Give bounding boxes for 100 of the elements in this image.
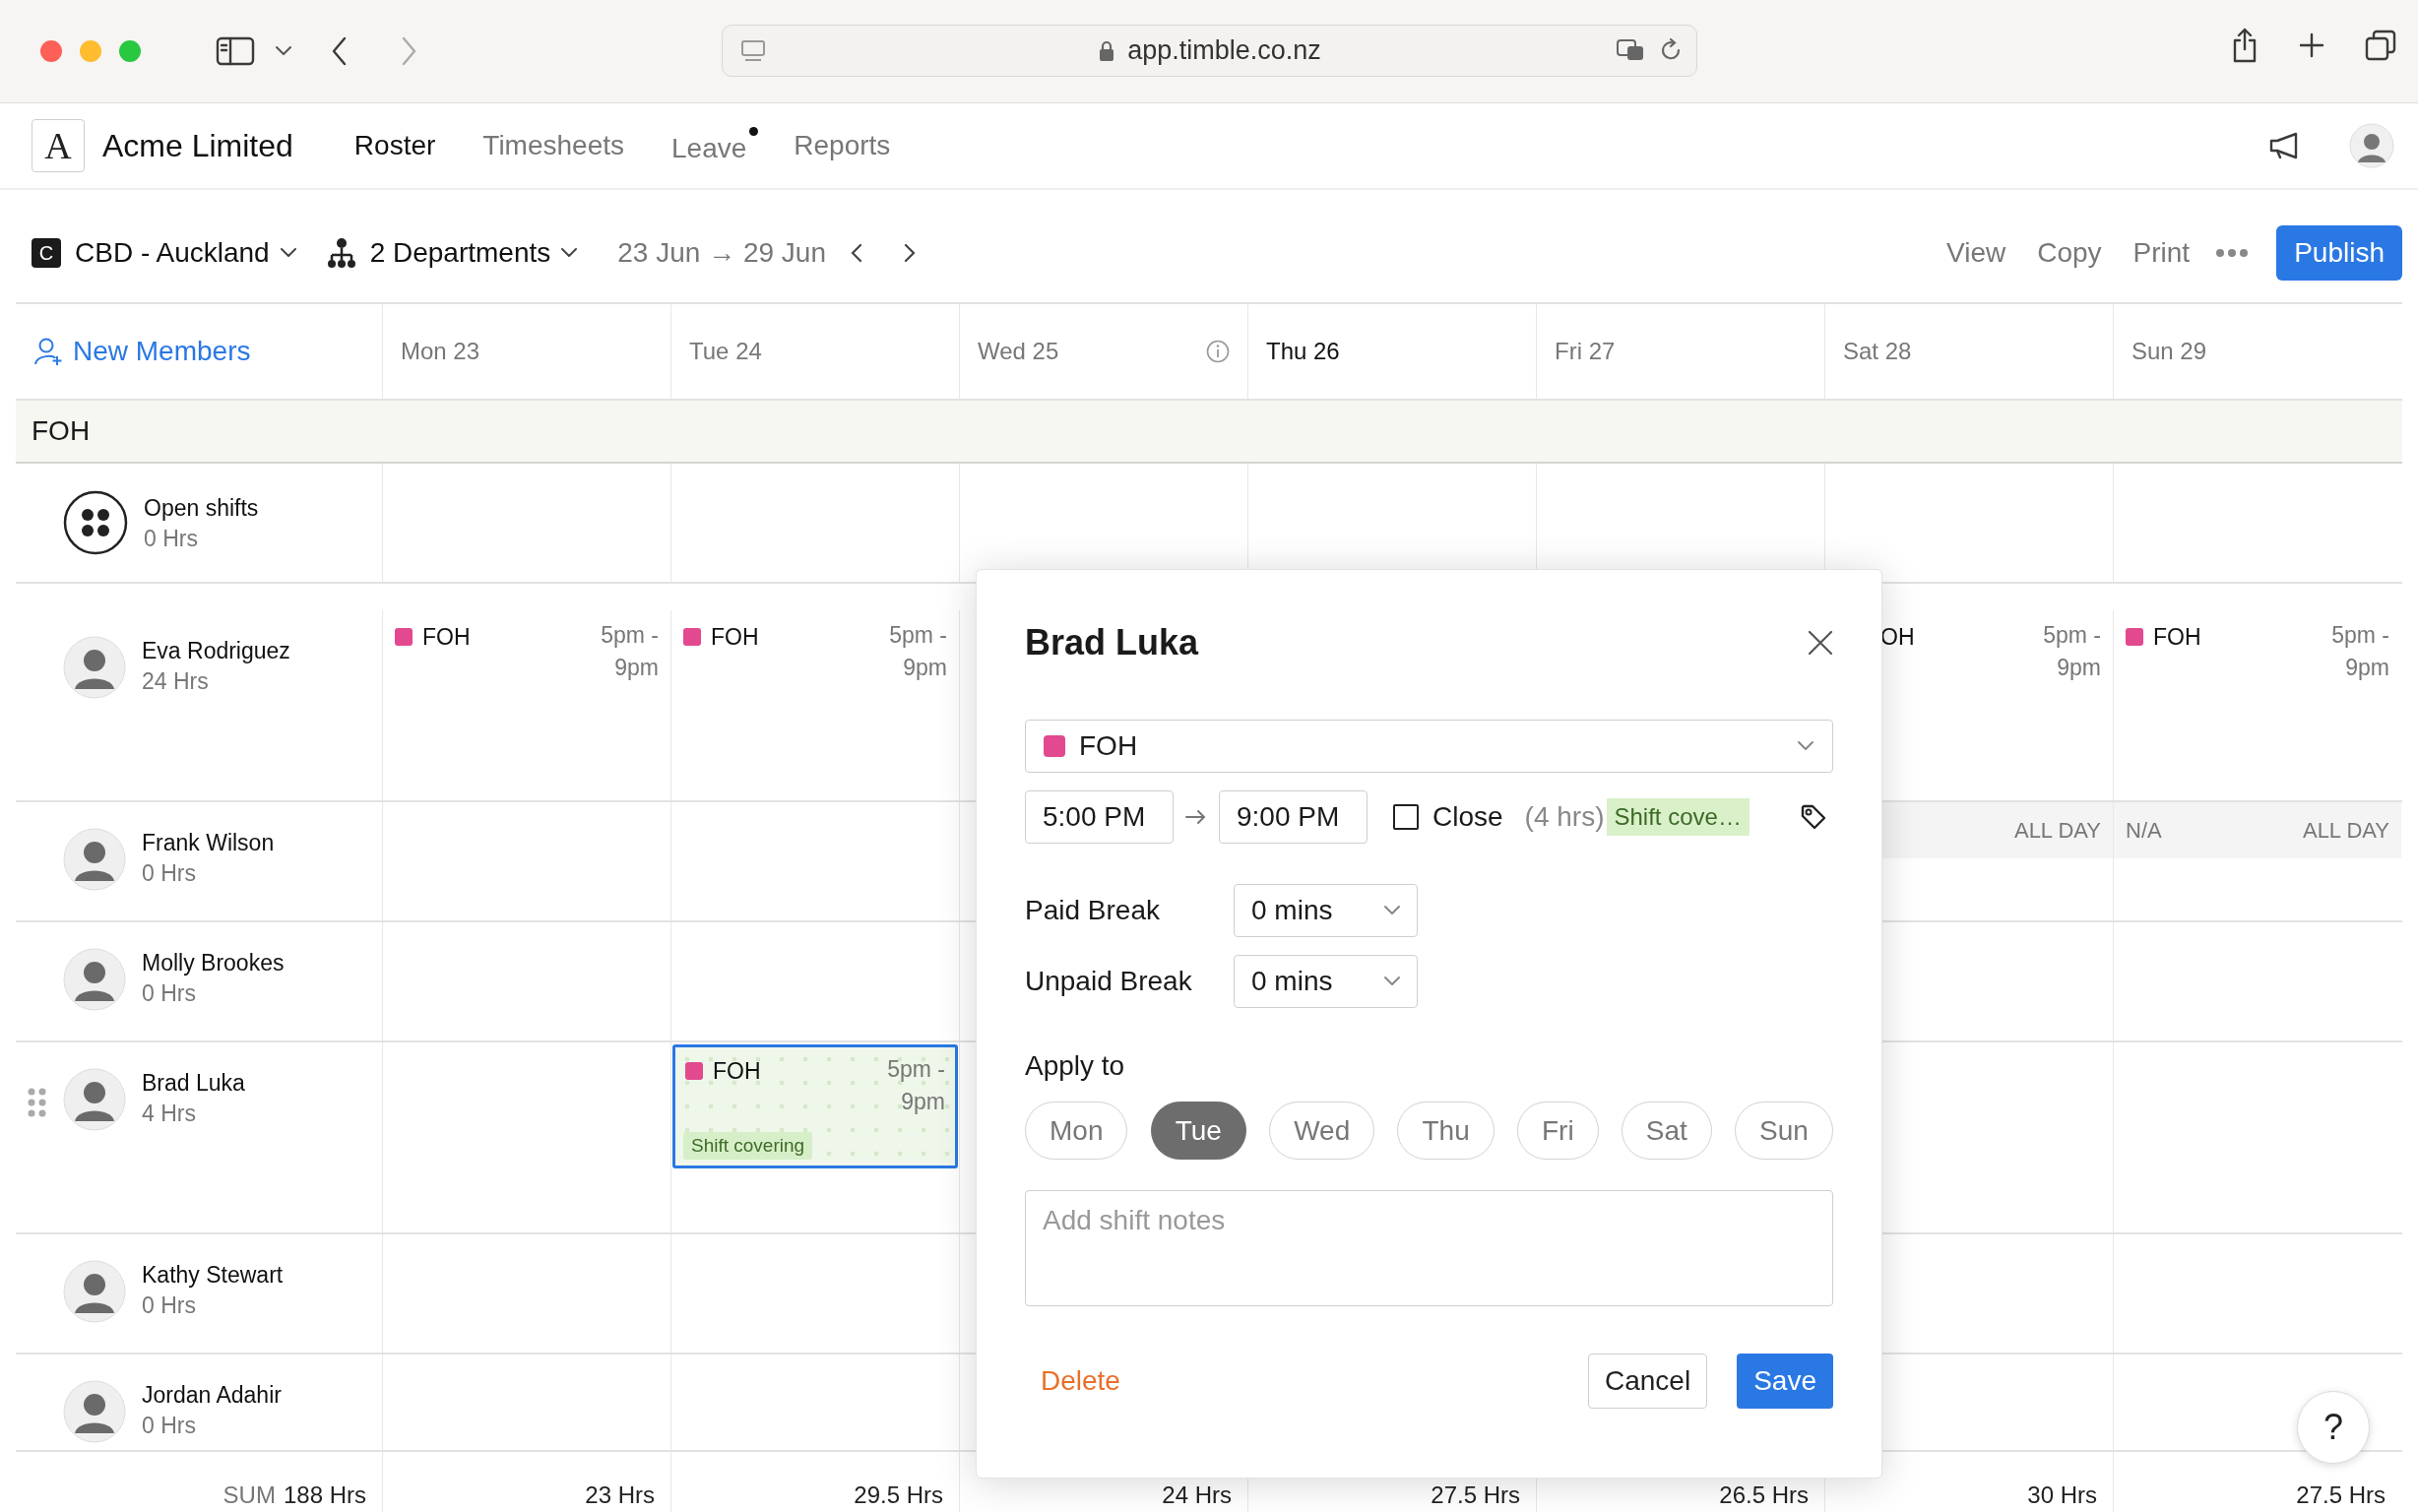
lock-icon (1098, 38, 1116, 63)
end-time-field[interactable]: 9:00 PM (1219, 790, 1368, 844)
day-toggle[interactable]: Mon (1025, 1102, 1128, 1160)
shift-tag: Shift covering (683, 1132, 813, 1160)
nav-tab[interactable]: Leave (671, 127, 759, 164)
avatar-icon (63, 1380, 126, 1443)
translate-icon[interactable] (1616, 37, 1645, 63)
break-label: Paid Break (1025, 895, 1161, 926)
date-range: 23 Jun → 29 Jun (617, 237, 826, 269)
member-name: Frank Wilson (142, 830, 275, 856)
day-header: Thu 26 (1266, 338, 1340, 365)
day-header: Sun 29 (2132, 338, 2207, 365)
day-toggle[interactable]: Wed (1269, 1102, 1375, 1160)
member-name: Eva Rodriguez (142, 638, 290, 664)
nav-tab[interactable]: Timesheets (482, 130, 624, 161)
day-total: 23 Hrs (585, 1481, 655, 1509)
address-bar[interactable]: app.timble.co.nz (722, 25, 1697, 77)
info-icon[interactable] (1206, 340, 1230, 363)
delete-link[interactable]: Delete (1041, 1365, 1120, 1397)
new-members-link[interactable]: New Members (33, 336, 251, 367)
day-total: 30 Hrs (2027, 1481, 2097, 1509)
member-hours: 0 Hrs (144, 526, 199, 552)
drag-handle-icon[interactable] (28, 1088, 47, 1117)
shift-card[interactable]: FOH 5pm - 9pm Shift covering (672, 1044, 958, 1168)
nav-tab[interactable]: Roster (353, 130, 436, 161)
notes-field[interactable]: Add shift notes (1025, 1190, 1833, 1306)
more-icon[interactable] (2215, 248, 2250, 258)
day-toggle[interactable]: Thu (1397, 1102, 1495, 1160)
day-total: 27.5 Hrs (2296, 1481, 2386, 1509)
day-toggle[interactable]: Sun (1735, 1102, 1833, 1160)
member-hours: 0 Hrs (142, 860, 197, 887)
day-toggle[interactable]: Fri (1516, 1102, 1599, 1160)
member-hours: 0 Hrs (142, 1413, 197, 1439)
org-chart-icon (326, 237, 356, 269)
member-name: Brad Luka (142, 1070, 245, 1097)
publish-button[interactable]: Publish (2276, 225, 2402, 281)
chevron-down-icon (1797, 740, 1814, 752)
shift-card[interactable]: FOH 5pm - 9pm (383, 610, 670, 695)
shift-card[interactable]: FOH 5pm - 9pm (2114, 610, 2401, 695)
departments-dropdown[interactable]: 2 Departments (369, 237, 579, 269)
shift-time: 5pm - 9pm (2042, 621, 2101, 683)
day-header: Fri 27 (1555, 338, 1616, 365)
chevron-down-icon (560, 247, 579, 259)
sum-total: 188 Hrs (283, 1481, 366, 1509)
toolbar-action[interactable]: Print (2132, 237, 2191, 269)
avatar-icon (63, 1068, 126, 1131)
member-hours: 0 Hrs (142, 1292, 197, 1319)
share-icon[interactable] (2231, 28, 2259, 63)
shift-department: OH (1880, 624, 1915, 652)
close-icon[interactable] (1808, 630, 1833, 656)
chevron-down-icon (275, 45, 292, 57)
day-header: Mon 23 (401, 338, 480, 365)
checkbox-label: Close (1432, 801, 1503, 833)
sum-label: SUM (223, 1481, 276, 1509)
day-total: 26.5 Hrs (1719, 1481, 1809, 1509)
avatar-icon (63, 828, 126, 891)
day-total: 24 Hrs (1162, 1481, 1232, 1509)
location-dropdown[interactable]: CBD - Auckland (75, 237, 297, 269)
chevron-down-icon (279, 247, 297, 259)
day-header: Wed 25 (978, 338, 1059, 365)
availability-note: ALL DAY (2302, 817, 2389, 844)
modal-title: Brad Luka (1025, 622, 1199, 663)
help-button[interactable]: ? (2297, 1391, 2370, 1464)
shift-duration: (4 hrs) (1524, 801, 1605, 833)
day-toggle[interactable]: Tue (1150, 1102, 1246, 1160)
cancel-button[interactable]: Cancel (1588, 1354, 1708, 1409)
member-hours: 4 Hrs (142, 1101, 197, 1127)
shift-card[interactable]: FOH 5pm - 9pm (671, 610, 959, 695)
window-close-button[interactable] (40, 40, 62, 62)
member-hours: 0 Hrs (142, 980, 197, 1007)
chevron-down-icon (1383, 976, 1401, 987)
day-total: 29.5 Hrs (854, 1481, 943, 1509)
availability-label: N/A (2126, 817, 2162, 844)
chevron-down-icon (1383, 905, 1401, 916)
nav-tab[interactable]: Reports (794, 130, 891, 161)
member-name: Molly Brookes (142, 950, 285, 976)
day-header: Sat 28 (1843, 338, 1912, 365)
checkbox[interactable] (1393, 804, 1419, 830)
next-week-icon[interactable] (903, 242, 917, 264)
toolbar-action[interactable]: Copy (2037, 237, 2102, 269)
break-select[interactable]: 0 mins (1234, 884, 1418, 937)
shift-tag: Shift cove… (1606, 798, 1750, 836)
person-plus-icon (33, 337, 63, 366)
start-time-field[interactable]: 5:00 PM (1025, 790, 1174, 844)
page-icon[interactable] (740, 39, 766, 63)
save-button[interactable]: Save (1737, 1354, 1833, 1409)
new-tab-icon[interactable] (2298, 32, 2325, 59)
previous-week-icon[interactable] (850, 242, 863, 264)
avatar-icon (63, 948, 126, 1011)
tabs-icon[interactable] (2365, 30, 2396, 61)
toolbar-action[interactable]: View (1946, 237, 2006, 269)
avatar-icon[interactable] (2349, 123, 2394, 168)
tag-icon[interactable] (1800, 803, 1827, 831)
open-shifts-icon (63, 490, 128, 555)
day-toggle[interactable]: Sat (1621, 1102, 1712, 1160)
sidebar-icon[interactable] (216, 36, 255, 66)
break-select[interactable]: 0 mins (1234, 955, 1418, 1008)
department-select[interactable]: FOH (1025, 720, 1833, 773)
apply-to-label: Apply to (1025, 1050, 1126, 1082)
company-logo[interactable]: A (32, 119, 85, 172)
